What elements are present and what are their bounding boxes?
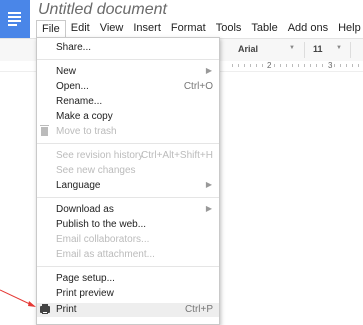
- annotation-arrow: [0, 289, 36, 307]
